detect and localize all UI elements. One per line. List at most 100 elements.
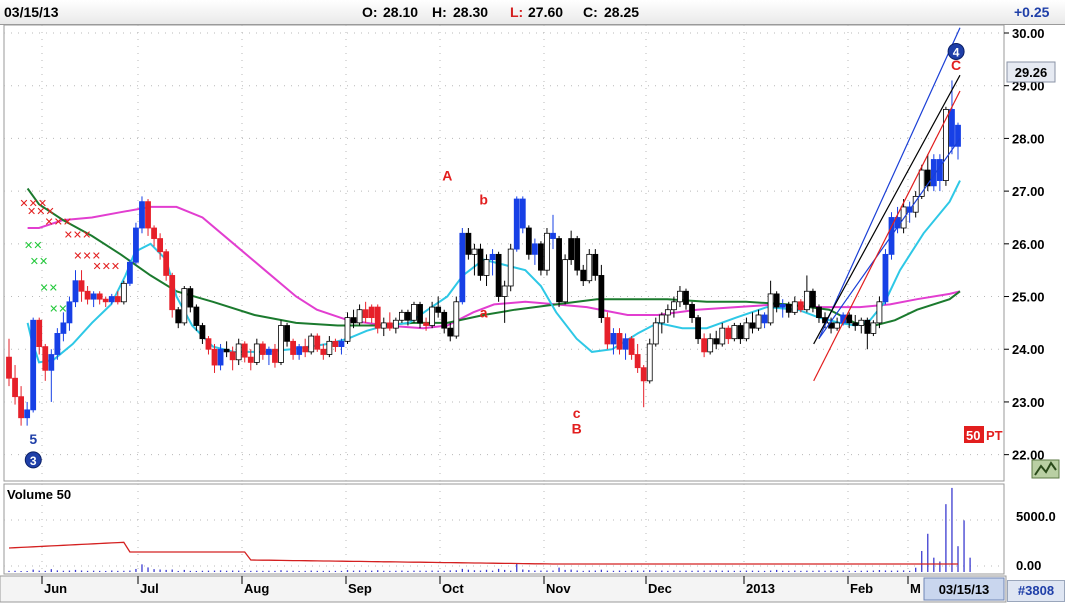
candle-body bbox=[749, 322, 756, 329]
candle-body bbox=[72, 280, 79, 303]
wave-label: b bbox=[479, 191, 488, 207]
date-tick-label: M bbox=[910, 581, 921, 596]
candle-body bbox=[362, 309, 369, 319]
candle-body bbox=[598, 275, 605, 319]
candle-body bbox=[84, 290, 91, 300]
candle-body bbox=[671, 301, 677, 311]
candle-body bbox=[344, 317, 351, 342]
candle-body bbox=[616, 333, 623, 350]
candle-body bbox=[550, 232, 556, 239]
candle-body bbox=[658, 314, 665, 324]
candle-body bbox=[477, 248, 484, 276]
price-tick-label: 28.00 bbox=[1012, 131, 1045, 146]
candle-body bbox=[308, 335, 315, 353]
candle-body bbox=[719, 327, 726, 345]
ticker-badge[interactable]: #3808 bbox=[1007, 580, 1065, 602]
date-tick-label: Sep bbox=[348, 581, 372, 596]
candle-body bbox=[519, 198, 526, 229]
candle-body bbox=[145, 201, 151, 229]
candle-body bbox=[628, 338, 635, 355]
price-axis: 30.0029.0028.0027.0026.0025.0024.0023.00… bbox=[1004, 26, 1056, 573]
candle-body bbox=[423, 322, 429, 326]
candle-body bbox=[949, 109, 955, 147]
candle-body bbox=[205, 338, 212, 350]
candle-body bbox=[531, 243, 538, 255]
candle-body bbox=[761, 314, 768, 324]
candle-body bbox=[834, 322, 841, 329]
wave-circle-label: 4 bbox=[953, 45, 960, 59]
candle-body bbox=[556, 238, 562, 303]
wave-label: c bbox=[573, 405, 581, 421]
candle-body bbox=[42, 346, 49, 371]
candle-body bbox=[737, 325, 744, 340]
candle-body bbox=[417, 304, 423, 324]
candle-body bbox=[507, 248, 514, 287]
candle-body bbox=[525, 227, 532, 255]
candle-body bbox=[60, 322, 67, 334]
candle-body bbox=[151, 227, 157, 239]
candle-body bbox=[290, 340, 296, 355]
price-tick-label: 25.00 bbox=[1012, 290, 1045, 305]
candle-body bbox=[441, 311, 448, 329]
green-cross-marker: ✕✕ bbox=[30, 256, 48, 268]
candle-body bbox=[767, 293, 774, 324]
current-date-label: 03/15/13 bbox=[939, 582, 990, 597]
price-tick-label: 23.00 bbox=[1012, 395, 1045, 410]
candle-body bbox=[278, 325, 284, 363]
volume-tick-label: 0.00 bbox=[1016, 558, 1041, 573]
candle-body bbox=[380, 322, 387, 329]
price-tick-label: 27.00 bbox=[1012, 184, 1045, 199]
candle-body bbox=[858, 319, 865, 326]
candle-body bbox=[495, 253, 502, 297]
candle-body bbox=[580, 269, 587, 282]
candle-body bbox=[707, 338, 714, 353]
candle-body bbox=[538, 243, 544, 271]
candle-body bbox=[779, 304, 786, 308]
candle-body bbox=[12, 377, 18, 398]
candle-body bbox=[852, 322, 859, 326]
candle-body bbox=[90, 293, 97, 300]
candle-body bbox=[284, 325, 290, 342]
candle-body bbox=[689, 304, 695, 319]
candle-body bbox=[882, 253, 889, 303]
candle-body bbox=[664, 309, 671, 316]
candle-body bbox=[114, 296, 121, 303]
price-chart[interactable]: ✕✕✕✕✕✕✕✕✕✕✕✕✕✕✕✕✕✕✕✕✕✕✕✕✕✕ 30.0029.0028.… bbox=[0, 0, 1065, 604]
candle-body bbox=[846, 314, 853, 324]
candle-body bbox=[235, 343, 242, 361]
candle-body bbox=[338, 340, 345, 347]
wave-label: A bbox=[442, 168, 452, 184]
candle-body bbox=[386, 322, 393, 329]
candle-body bbox=[453, 301, 460, 337]
candle-body bbox=[797, 301, 804, 311]
candle-body bbox=[870, 322, 877, 334]
green-cross-marker: ✕✕ bbox=[49, 303, 67, 315]
candle-body bbox=[133, 227, 139, 263]
candle-body bbox=[193, 306, 200, 326]
date-tick-label: 2013 bbox=[746, 581, 775, 596]
candle-body bbox=[622, 338, 629, 350]
date-tick-label: Feb bbox=[850, 581, 873, 596]
candle-body bbox=[646, 343, 653, 382]
candle-body bbox=[743, 322, 750, 340]
candle-body bbox=[6, 356, 12, 379]
candle-body bbox=[187, 288, 194, 308]
candle-body bbox=[568, 238, 575, 261]
candle-body bbox=[253, 343, 260, 363]
candle-body bbox=[471, 248, 478, 255]
candle-body bbox=[126, 261, 133, 284]
price-tick-label: 24.00 bbox=[1012, 342, 1045, 357]
candle-body bbox=[489, 253, 496, 261]
candle-body bbox=[320, 348, 327, 355]
candle-body bbox=[157, 238, 164, 253]
date-tick-label: Jul bbox=[140, 581, 159, 596]
candle-body bbox=[544, 232, 550, 271]
candle-body bbox=[18, 396, 24, 419]
candle-body bbox=[78, 280, 85, 292]
candle-body bbox=[272, 348, 278, 363]
green-cross-marker: ✕✕ bbox=[40, 282, 58, 294]
candle-body bbox=[30, 319, 37, 411]
candle-body bbox=[791, 301, 798, 313]
candle-body bbox=[368, 306, 375, 319]
candle-body bbox=[326, 340, 333, 355]
